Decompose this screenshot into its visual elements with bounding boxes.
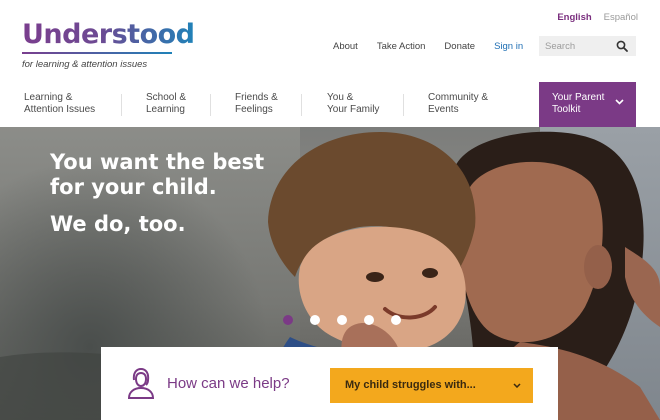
take-action-link[interactable]: Take Action — [377, 41, 426, 52]
utility-nav: About Take Action Donate Sign in — [333, 41, 542, 52]
nav-item-line: Events — [428, 104, 459, 115]
nav-item-line: Community & — [428, 92, 489, 103]
carousel-dot-3[interactable] — [337, 315, 347, 325]
hero-headline-line2: for your child. — [50, 175, 217, 199]
help-prompt: How can we help? — [167, 375, 290, 392]
about-link[interactable]: About — [333, 41, 358, 52]
help-topic-select-value: My child struggles with... — [345, 379, 476, 391]
language-espanol[interactable]: Español — [604, 12, 638, 23]
search-box — [539, 36, 636, 56]
nav-item-line: Your Family — [327, 104, 380, 115]
donate-link[interactable]: Donate — [444, 41, 475, 52]
nav-item-line: Attention Issues — [24, 104, 96, 115]
nav-item-you-family[interactable]: You & Your Family — [327, 92, 379, 116]
nav-item-line: Learning — [146, 104, 185, 115]
carousel-dot-5[interactable] — [391, 315, 401, 325]
help-bar: How can we help? My child struggles with… — [101, 347, 558, 420]
page: Understood for learning & attention issu… — [0, 0, 660, 420]
nav-item-community-events[interactable]: Community & Events — [428, 92, 488, 116]
language-switcher: English Español — [557, 12, 638, 23]
carousel-dot-2[interactable] — [310, 315, 320, 325]
toolkit-label-line: Toolkit — [552, 104, 581, 115]
nav-item-line: Feelings — [235, 104, 273, 115]
nav-divider — [210, 94, 211, 116]
chevron-down-icon — [615, 99, 624, 105]
carousel-dots — [283, 315, 401, 325]
help-topic-select[interactable]: My child struggles with... — [330, 368, 533, 403]
carousel-dot-4[interactable] — [364, 315, 374, 325]
nav-divider — [301, 94, 302, 116]
hero-headline-line1: You want the best — [50, 150, 265, 174]
chevron-down-icon — [513, 383, 521, 388]
nav-item-friends-feelings[interactable]: Friends & Feelings — [235, 92, 278, 116]
parent-toolkit-button[interactable]: Your Parent Toolkit — [539, 82, 636, 127]
nav-item-line: School & — [146, 92, 187, 103]
nav-divider — [403, 94, 404, 116]
search-icon[interactable] — [616, 40, 628, 52]
nav-item-learning-attention[interactable]: Learning & Attention Issues — [24, 92, 95, 116]
carousel-dot-1[interactable] — [283, 315, 293, 325]
logo-tagline: for learning & attention issues — [22, 59, 148, 70]
nav-item-school-learning[interactable]: School & Learning — [146, 92, 186, 116]
search-input[interactable] — [545, 40, 615, 52]
logo-underline — [22, 52, 172, 54]
logo[interactable]: Understood for learning & attention issu… — [22, 20, 195, 70]
nav-divider — [121, 94, 122, 116]
hero-subheadline: We do, too. — [50, 212, 186, 236]
language-english[interactable]: English — [557, 12, 591, 23]
person-icon — [127, 367, 155, 399]
nav-item-line: You & — [327, 92, 354, 103]
hero-headline: You want the best for your child. We do,… — [50, 150, 264, 237]
logo-wordmark: Understood — [22, 19, 195, 50]
nav-item-line: Learning & — [24, 92, 73, 103]
nav-item-line: Friends & — [235, 92, 278, 103]
sign-in-link[interactable]: Sign in — [494, 41, 523, 52]
